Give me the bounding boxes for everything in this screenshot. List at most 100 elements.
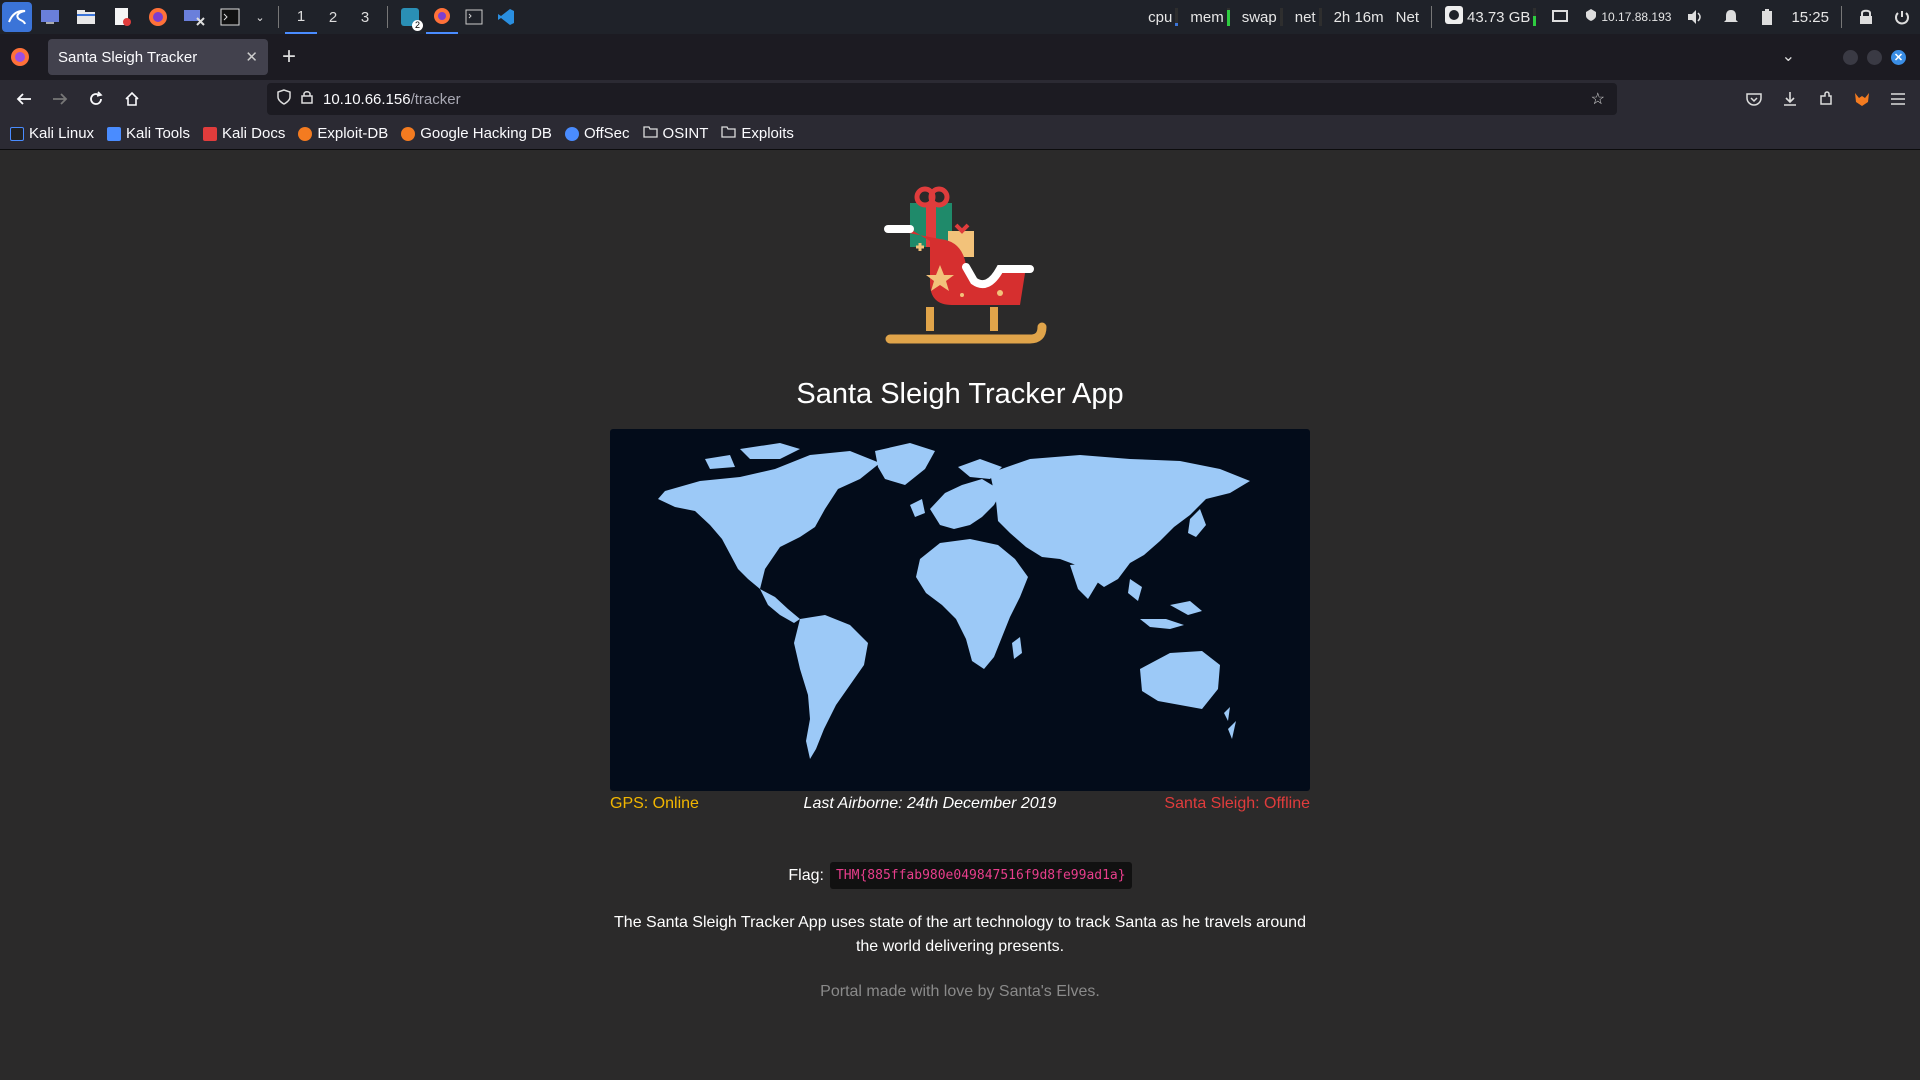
vpn-indicator[interactable]: 10.17.88.193 [1584,8,1671,26]
home-button[interactable] [114,83,150,115]
screenshot-tool-icon[interactable] [182,5,206,29]
folder-icon [642,125,658,142]
chevron-down-icon[interactable]: ⌄ [254,5,266,29]
kali-menu-icon[interactable] [2,2,32,32]
lock-icon[interactable] [301,90,313,108]
sleigh-status: Santa Sleigh: Offline [1164,795,1310,812]
vpn-icon [1584,8,1598,26]
divider [1430,6,1432,28]
extensions-icon[interactable] [1808,83,1844,115]
cpu-label: cpu [1148,8,1173,26]
cpu-monitor: cpu [1148,8,1179,26]
world-map [610,429,1310,791]
world-map-graphic [658,443,1250,759]
divider [387,6,388,28]
mem-monitor: mem [1190,8,1230,26]
maximize-button[interactable] [1867,50,1882,65]
navigation-bar: 10.10.66.156/tracker ☆ [0,80,1920,118]
battery-icon[interactable] [1755,5,1779,29]
kali-docs-icon [202,126,217,141]
swap-label: swap [1241,8,1277,26]
workspace-3[interactable]: 3 [349,0,381,34]
bookmarks-bar: Kali Linux Kali Tools Kali Docs Exploit-… [0,118,1920,150]
task-burp-icon[interactable]: 2 [394,0,426,34]
lock-icon[interactable] [1854,5,1878,29]
bookmark-osint[interactable]: OSINT [642,125,708,142]
bookmark-label: Exploit-DB [317,125,389,142]
task-firefox-icon[interactable] [426,0,458,34]
task-terminal-icon[interactable] [458,0,490,34]
disk-usage: 43.73 GB [1466,8,1531,26]
foxyproxy-icon[interactable] [1844,83,1880,115]
menu-icon[interactable] [1880,83,1916,115]
terminal-launcher-icon[interactable] [218,5,242,29]
file-manager-icon[interactable] [74,5,98,29]
workspace-1[interactable]: 1 [285,0,317,34]
url-path: /tracker [410,90,461,108]
text-editor-icon[interactable] [110,5,134,29]
tab-list-chevron-down-icon[interactable]: ⌄ [1782,46,1795,66]
bookmark-label: Kali Linux [29,125,95,142]
system-panel: ⌄ 1 2 3 2 cpu mem swap net 2h 16m Net 43… [0,0,1920,34]
flag-value[interactable]: THM{885ffab980e049847516f9d8fe99ad1a} [829,862,1132,889]
new-tab-button[interactable]: + [282,43,296,71]
flag-label: Flag: [788,866,824,884]
browser-tab-strip: Santa Sleigh Tracker ✕ + ⌄ ✕ [0,34,1920,80]
exploit-db-icon [298,126,313,141]
tab-santa-sleigh-tracker[interactable]: Santa Sleigh Tracker ✕ [48,39,268,75]
volume-icon[interactable] [1683,5,1707,29]
window-close-button[interactable]: ✕ [1891,50,1906,65]
net-label: net [1294,8,1316,26]
disk-icon [1444,5,1464,29]
clock[interactable]: 15:25 [1791,9,1829,26]
notifications-icon[interactable] [1719,5,1743,29]
pocket-icon[interactable] [1736,83,1772,115]
task-vscode-icon[interactable] [490,0,522,34]
offsec-icon [564,126,579,141]
bookmark-exploits[interactable]: Exploits [721,125,794,142]
divider [278,6,279,28]
footer-text: Portal made with love by Santa's Elves. [820,983,1100,1000]
mem-label: mem [1190,8,1224,26]
bookmark-google-hacking-db[interactable]: Google Hacking DB [401,125,552,142]
star-icon[interactable]: ☆ [1591,89,1605,109]
reload-button[interactable] [78,83,114,115]
logout-icon[interactable] [1890,5,1914,29]
notify-badge: 2 [412,20,423,31]
disk-monitor: 43.73 GB [1444,5,1537,29]
downloads-icon[interactable] [1772,83,1808,115]
url-bar[interactable]: 10.10.66.156/tracker ☆ [267,83,1617,115]
bookmark-label: Exploits [741,125,794,142]
vpn-ip: 10.17.88.193 [1601,10,1672,24]
firefox-icon [10,47,30,67]
kali-tools-icon [107,126,122,141]
web-page: Santa Sleigh Tracker App GPS: Online Las… [0,151,1920,1080]
bookmark-kali-docs[interactable]: Kali Docs [202,125,285,142]
forward-button[interactable] [42,83,78,115]
minimize-button[interactable] [1843,50,1858,65]
bookmark-label: OffSec [583,125,630,142]
firefox-launcher-icon[interactable] [146,5,170,29]
net-indicator: Net [1395,8,1419,26]
kali-icon [10,126,24,141]
back-button[interactable] [6,83,42,115]
net-monitor: net [1295,8,1322,26]
bookmark-exploit-db[interactable]: Exploit-DB [298,125,388,142]
bookmark-kali-tools[interactable]: Kali Tools [107,125,190,142]
tab-title: Santa Sleigh Tracker [58,48,198,66]
shield-icon[interactable] [277,89,291,109]
close-icon[interactable]: ✕ [245,48,258,66]
bookmark-label: Google Hacking DB [420,125,552,142]
bookmark-kali-linux[interactable]: Kali Linux [10,125,94,142]
sleigh-logo-icon [884,186,1047,344]
ghdb-icon [401,126,416,141]
swap-monitor: swap [1242,8,1283,26]
workspace-2[interactable]: 2 [317,0,349,34]
display-icon[interactable] [1548,5,1572,29]
uptime: 2h 16m [1333,8,1384,26]
folder-icon [721,125,737,142]
divider [1841,6,1842,28]
bookmark-offsec[interactable]: OffSec [564,125,630,142]
desktop-icon[interactable] [38,5,62,29]
page-title: Santa Sleigh Tracker App [796,378,1124,410]
